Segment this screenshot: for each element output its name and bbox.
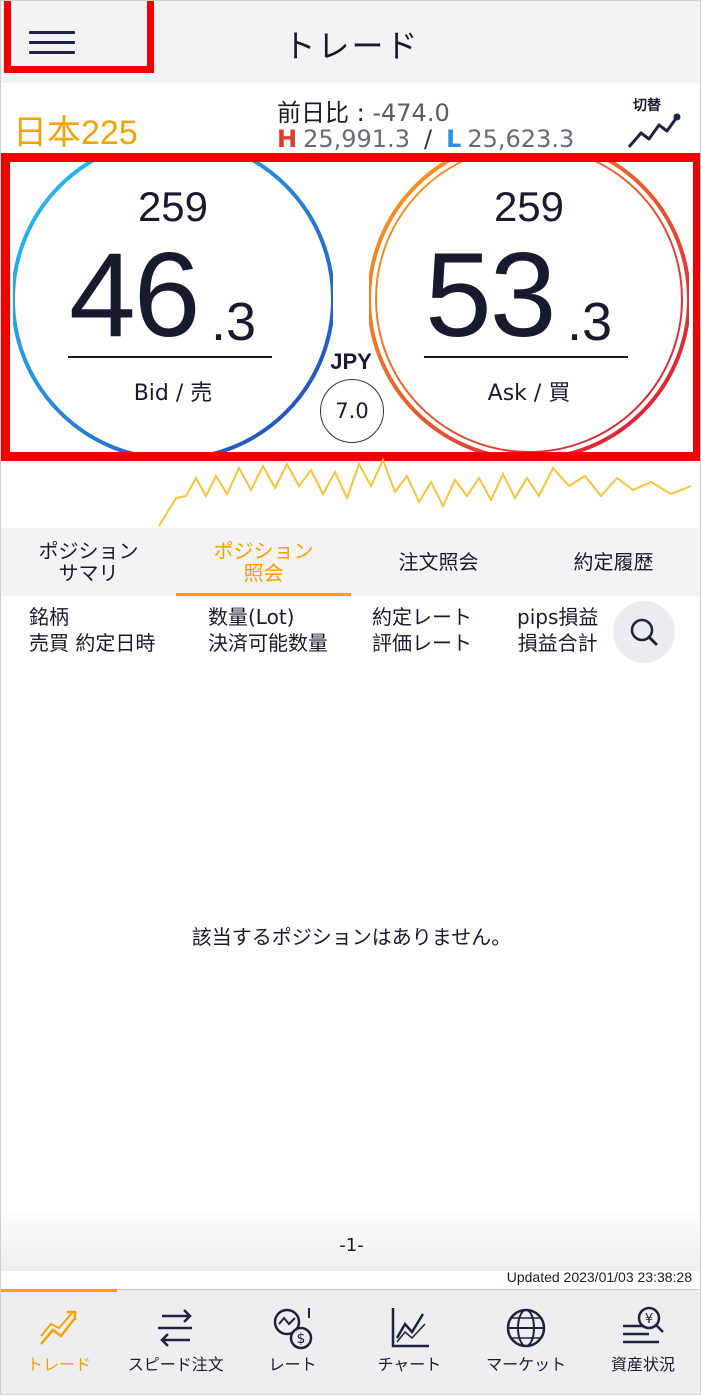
nav-market[interactable]: マーケット — [468, 1290, 585, 1394]
high-letter: H — [277, 125, 298, 153]
ask-divider — [424, 356, 628, 358]
search-button[interactable] — [613, 601, 675, 663]
low-value: 25,623.3 — [467, 125, 575, 153]
bid-divider — [68, 356, 272, 358]
ask-label: Ask / 買 — [487, 381, 571, 406]
bid-price-button[interactable]: 259 46 .3 Bid / 売 — [13, 153, 333, 461]
empty-message: 該当するポジションはありません。 — [191, 925, 512, 949]
trend-switch-icon — [627, 113, 681, 148]
spread-badge: 7.0 — [320, 379, 384, 443]
currency-label: JPY — [330, 349, 372, 374]
symbol-name[interactable]: 日本225 — [13, 105, 138, 154]
search-icon — [630, 618, 658, 646]
column-quantity: 数量(Lot) 決済可能数量 — [208, 605, 328, 655]
ask-decimal: .3 — [567, 292, 613, 352]
nav-assets-label: 資産状況 — [610, 1355, 675, 1374]
nav-market-label: マーケット — [486, 1355, 567, 1374]
nav-rate[interactable]: $ レート — [235, 1290, 352, 1394]
nav-trade-label: トレード — [26, 1355, 91, 1374]
globe-icon — [506, 1308, 546, 1348]
daily-change-value: -474.0 — [372, 99, 450, 127]
nav-assets[interactable]: ¥ 資産状況 — [585, 1290, 700, 1394]
svg-text:$: $ — [296, 1331, 305, 1347]
trade-screen: トレード 日本225 前日比 : -474.0 H 25,991.3 / L 25,62… — [0, 0, 701, 1395]
high-low-separator: / — [423, 125, 433, 153]
daily-change: 前日比 : -474.0 — [277, 93, 450, 128]
tab-position-inquiry[interactable]: ポジション 照会 — [176, 528, 351, 596]
ask-pips: 53 — [425, 228, 556, 362]
tab-execution-history[interactable]: 約定履歴 — [526, 528, 700, 596]
column-header: 銘柄 売買 約定日時 数量(Lot) 決済可能数量 約定レート 評価レート pi… — [1, 596, 700, 668]
nav-speed-order[interactable]: スピード注文 — [118, 1290, 235, 1394]
nav-chart-label: チャート — [377, 1355, 442, 1374]
quote-panel: 259 46 .3 Bid / 売 259 53 .3 Ask / 買 JPY … — [1, 153, 700, 461]
column-pl: pips損益 損益合計 — [517, 605, 599, 655]
daily-change-label: 前日比 : — [277, 99, 373, 127]
bid-decimal: .3 — [211, 292, 257, 352]
speed-order-icon — [157, 1309, 192, 1347]
nav-chart[interactable]: チャート — [351, 1290, 468, 1394]
updated-bar: Updated 2023/01/03 23:38:28 — [1, 1269, 700, 1289]
position-tabs: ポジション サマリ ポジション 照会 注文照会 約定履歴 — [1, 528, 700, 596]
rate-icon: $ — [273, 1308, 312, 1350]
nav-speed-order-label: スピード注文 — [127, 1355, 224, 1374]
low-letter: L — [446, 125, 462, 153]
trade-chart-icon — [40, 1310, 77, 1345]
column-rate: 約定レート 評価レート — [372, 605, 472, 655]
bottom-nav: トレード スピード注文 $ レート チャート マーケット ¥ 資産状況 — [1, 1289, 700, 1394]
ask-price-button[interactable]: 259 53 .3 Ask / 買 — [369, 153, 689, 461]
bid-big-figure: 259 — [137, 183, 209, 230]
high-value: 25,991.3 — [303, 125, 410, 153]
nav-rate-label: レート — [268, 1355, 317, 1374]
bid-pips: 46 — [69, 228, 200, 362]
ask-big-figure: 259 — [493, 183, 565, 230]
column-symbol: 銘柄 売買 約定日時 — [29, 605, 156, 655]
bid-label: Bid / 売 — [133, 381, 213, 406]
page-indicator: -1- — [339, 1235, 364, 1256]
price-sparkline — [158, 457, 692, 527]
svg-text:¥: ¥ — [645, 1312, 653, 1327]
symbol-highlight-box — [4, 1, 154, 73]
tab-order-inquiry[interactable]: 注文照会 — [351, 528, 526, 596]
symbol-info-row: 日本225 前日比 : -474.0 H 25,991.3 / L 25,623.3 切… — [1, 83, 700, 155]
nav-trade[interactable]: トレード — [1, 1289, 118, 1394]
assets-icon: ¥ — [622, 1306, 664, 1344]
high-low: H 25,991.3 / L 25,623.3 — [277, 125, 574, 153]
switch-chart-button[interactable]: 切替 — [625, 95, 685, 155]
chart-icon — [392, 1308, 430, 1348]
updated-timestamp: Updated 2023/01/03 23:38:28 — [506, 1269, 692, 1285]
tab-position-summary[interactable]: ポジション サマリ — [1, 528, 176, 596]
